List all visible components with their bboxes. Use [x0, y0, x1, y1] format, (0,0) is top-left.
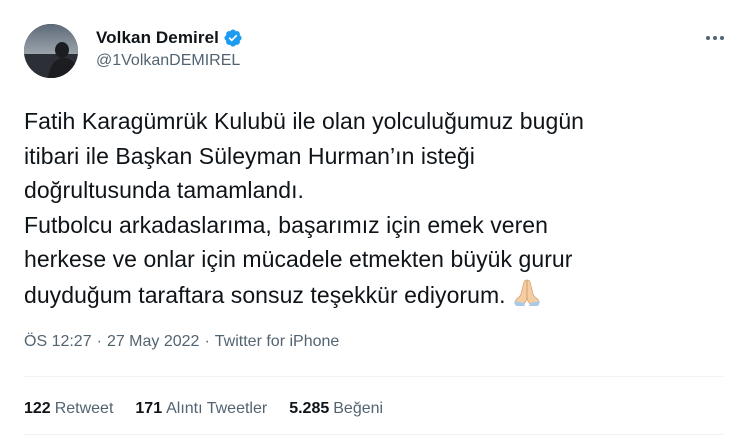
folded-hands-emoji-icon — [512, 277, 542, 317]
tweet-date[interactable]: 27 May 2022 — [107, 333, 200, 350]
tweet-text-last-line: duyduğum taraftara sonsuz teşekkür ediyo… — [24, 277, 724, 317]
tweet-text-line: herkese ve onlar için mücadele etmekten … — [24, 246, 573, 272]
quotes-count: 171 — [135, 400, 163, 417]
likes-stat[interactable]: 5.285 Beğeni — [289, 400, 383, 418]
divider — [24, 376, 723, 377]
tweet-stats: 122 Retweet 171 Alıntı Tweetler 5.285 Beğen… — [24, 400, 405, 418]
tweet-card: Volkan Demirel @1VolkanDEMIREL Fatih Kar… — [0, 0, 747, 439]
tweet-text: Fatih Karagümrük Kulubü ile olan yolculu… — [24, 104, 724, 316]
likes-label: Beğeni — [333, 400, 384, 417]
tweet-text-line: duyduğum taraftara sonsuz teşekkür ediyo… — [24, 281, 506, 308]
divider — [24, 434, 723, 435]
tweet-meta: ÖS 12:27 · 27 May 2022 · Twitter for iPhone — [24, 333, 339, 351]
author-handle[interactable]: @1VolkanDEMIREL — [96, 52, 240, 70]
retweets-label: Retweet — [54, 400, 114, 417]
more-options-icon[interactable] — [703, 26, 727, 50]
tweet-source[interactable]: Twitter for iPhone — [215, 333, 340, 350]
tweet-text-line: Futbolcu arkadaslarıma, başarımız için e… — [24, 211, 548, 238]
likes-count: 5.285 — [289, 400, 330, 417]
profile-photo-icon — [24, 24, 78, 78]
tweet-text-line: itibari ile Başkan Süleyman Hurman’ın is… — [24, 142, 475, 169]
author-display-name[interactable]: Volkan Demirel — [96, 28, 219, 48]
tweet-time[interactable]: ÖS 12:27 — [24, 333, 92, 350]
meta-separator: · — [204, 333, 210, 350]
verified-badge-icon — [223, 28, 243, 48]
meta-separator: · — [96, 333, 102, 350]
retweets-stat[interactable]: 122 Retweet — [24, 400, 113, 418]
quotes-label: Alıntı Tweetler — [166, 400, 268, 417]
avatar[interactable] — [24, 24, 78, 78]
quote-tweets-stat[interactable]: 171 Alıntı Tweetler — [135, 400, 267, 418]
retweets-count: 122 — [24, 400, 51, 417]
tweet-text-line: Fatih Karagümrük Kulubü ile olan yolculu… — [24, 108, 584, 134]
tweet-text-line: doğrultusunda tamamlandı. — [24, 177, 304, 203]
